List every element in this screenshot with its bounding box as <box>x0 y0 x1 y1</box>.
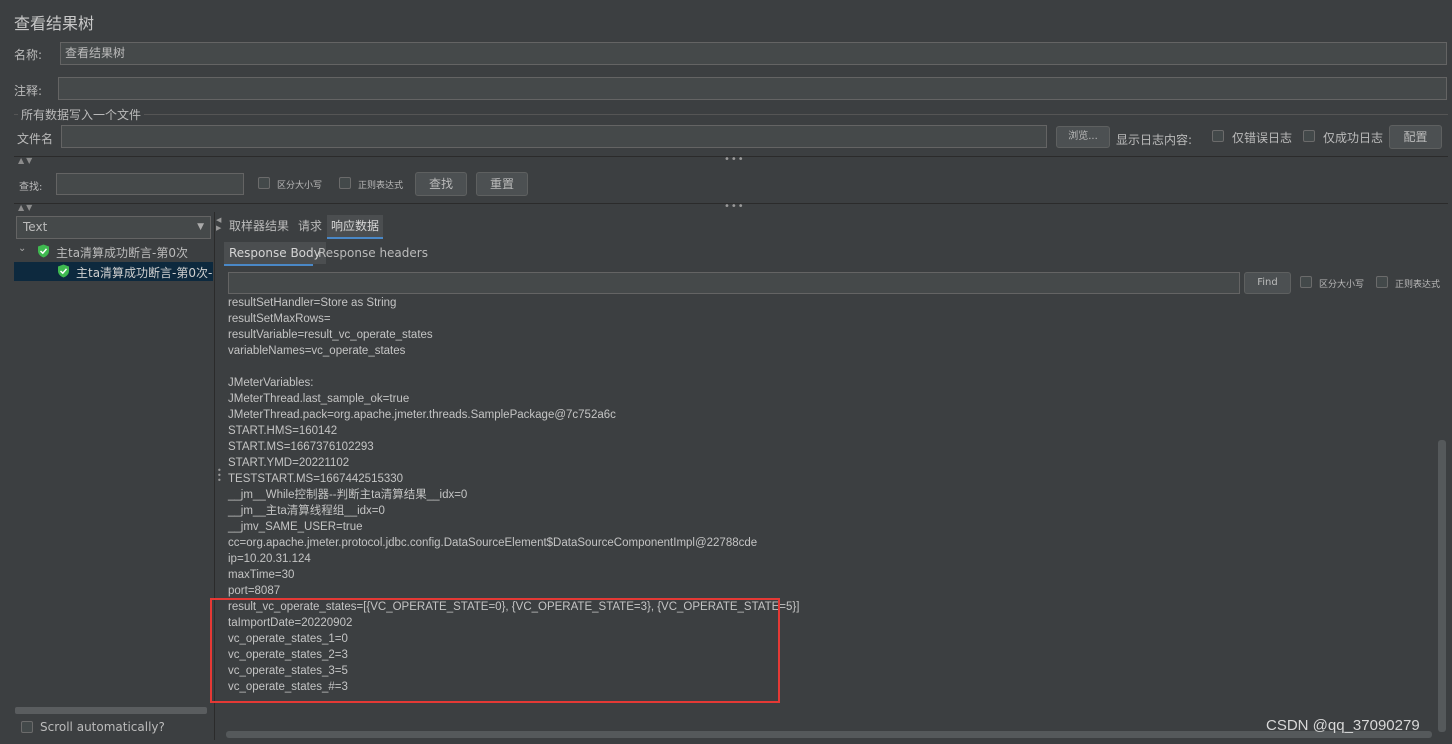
tree-hscrollbar[interactable] <box>15 707 207 714</box>
search-regex-label: 正则表达式 <box>358 181 404 191</box>
splitter-arrows-icon[interactable]: ▲▼ <box>18 156 34 165</box>
highlight-box <box>210 598 780 703</box>
response-line: START.HMS=160142 <box>228 425 338 437</box>
response-line: JMeterThread.pack=org.apache.jmeter.thre… <box>228 409 616 421</box>
splitter-grip-icon[interactable]: ••• <box>724 202 745 212</box>
search-reset-button[interactable]: 重置 <box>476 172 528 196</box>
success-only-label: 仅成功日志 <box>1323 131 1384 145</box>
errors-only-checkbox[interactable] <box>1212 130 1224 142</box>
browse-button[interactable]: 浏览... <box>1056 126 1110 148</box>
response-case-checkbox[interactable] <box>1300 276 1312 288</box>
response-regex-label: 正则表达式 <box>1395 280 1441 290</box>
response-line: resultVariable=result_vc_operate_states <box>228 329 433 341</box>
tab-response-headers[interactable]: Response headers <box>318 242 428 264</box>
response-find-button[interactable]: Find <box>1244 272 1291 294</box>
success-shield-icon <box>58 264 69 278</box>
response-line: __jm__While控制器--判断主ta清算结果__idx=0 <box>228 489 468 501</box>
log-content-label: 显示日志内容: <box>1116 133 1193 147</box>
tree-panel: ⌄ 主ta清算成功断言-第0次 主ta清算成功断言-第0次-0 <box>14 240 213 710</box>
tree-item-label: 主ta清算成功断言-第0次-0 <box>76 266 213 280</box>
scroll-auto-label: Scroll automatically? <box>40 720 165 734</box>
response-case-label: 区分大小写 <box>1319 280 1365 290</box>
tab-response-body[interactable]: Response Body <box>224 242 326 264</box>
response-line: JMeterVariables: <box>228 377 314 389</box>
response-line: ip=10.20.31.124 <box>228 553 311 565</box>
file-label: 文件名 <box>17 132 54 146</box>
response-regex-checkbox[interactable] <box>1376 276 1388 288</box>
tab-sampler-result[interactable]: 取样器结果 <box>229 215 289 237</box>
response-line: variableNames=vc_operate_states <box>228 345 406 357</box>
search-case-checkbox[interactable] <box>258 177 270 189</box>
name-input[interactable]: 查看结果树 <box>60 42 1447 65</box>
response-hscrollbar[interactable] <box>226 731 1432 738</box>
response-line: TESTSTART.MS=1667442515330 <box>228 473 404 485</box>
response-line: __jmv_SAME_USER=true <box>228 521 363 533</box>
response-line: maxTime=30 <box>228 569 295 581</box>
name-label: 名称: <box>14 48 43 62</box>
search-find-button[interactable]: 查找 <box>415 172 467 196</box>
response-line: resultSetHandler=Store as String <box>228 297 397 309</box>
collapse-left-icon[interactable]: ◀ ▶ <box>216 216 221 232</box>
splitter-grip-icon[interactable]: ••• <box>217 467 222 485</box>
scroll-auto-checkbox[interactable] <box>21 721 33 733</box>
renderer-select[interactable]: Text ▼ <box>16 216 211 239</box>
response-line: JMeterThread.last_sample_ok=true <box>228 393 410 405</box>
renderer-select-value: Text <box>23 220 48 234</box>
file-group-title: 所有数据写入一个文件 <box>18 106 145 123</box>
search-case-label: 区分大小写 <box>277 181 323 191</box>
response-line: port=8087 <box>228 585 281 597</box>
response-search-input[interactable] <box>228 272 1240 294</box>
search-regex-checkbox[interactable] <box>339 177 351 189</box>
response-vscrollbar[interactable] <box>1438 440 1446 732</box>
response-line: START.MS=1667376102293 <box>228 441 374 453</box>
comment-label: 注释: <box>14 84 43 98</box>
configure-button[interactable]: 配置 <box>1389 125 1442 149</box>
watermark: CSDN @qq_37090279 <box>1266 717 1420 734</box>
tree-item-selected[interactable]: 主ta清算成功断言-第0次-0 <box>14 262 213 281</box>
errors-only-label: 仅错误日志 <box>1232 131 1293 145</box>
chevron-down-icon: ▼ <box>197 222 204 232</box>
search-label: 查找: <box>19 182 43 193</box>
splitter-arrows-icon[interactable]: ▲▼ <box>18 203 34 212</box>
response-line: resultSetMaxRows= <box>228 313 331 325</box>
response-line: cc=org.apache.jmeter.protocol.jdbc.confi… <box>228 537 758 549</box>
success-shield-icon <box>38 244 49 258</box>
tab-underline <box>224 264 313 266</box>
response-line <box>228 359 799 375</box>
splitter-grip-icon[interactable]: ••• <box>724 155 745 165</box>
response-line: __jm__主ta清算线程组__idx=0 <box>228 505 385 517</box>
comment-input[interactable] <box>58 77 1447 100</box>
success-only-checkbox[interactable] <box>1303 130 1315 142</box>
file-input[interactable] <box>61 125 1047 148</box>
response-line: START.YMD=20221102 <box>228 457 350 469</box>
tree-item-label: 主ta清算成功断言-第0次 <box>56 246 189 260</box>
tab-response-data[interactable]: 响应数据 <box>327 215 384 237</box>
expand-chevron-icon[interactable]: ⌄ <box>18 243 26 254</box>
search-input[interactable] <box>56 173 244 195</box>
window-title: 查看结果树 <box>14 14 95 33</box>
tree-item[interactable]: ⌄ 主ta清算成功断言-第0次 <box>14 242 213 260</box>
tab-request[interactable]: 请求 <box>298 215 322 237</box>
tab-underline <box>327 237 383 239</box>
